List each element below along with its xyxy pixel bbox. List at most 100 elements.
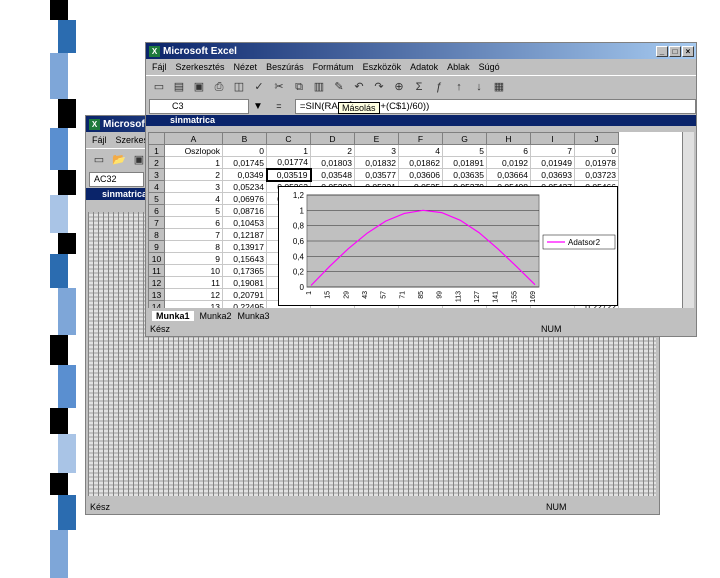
grid-cell[interactable]: 0,17365 [222,264,267,277]
column-header[interactable]: G [442,132,487,145]
print-preview-icon[interactable]: ◫ [230,78,248,96]
grid-cell[interactable]: 0,01978 [574,156,619,169]
grid-cell[interactable]: Oszlopok [164,144,223,157]
grid-cell[interactable]: 1 [164,156,223,169]
grid-cell[interactable]: 3 [354,144,399,157]
grid-cell[interactable]: 0,20791 [222,288,267,301]
tab-munka3[interactable]: Munka3 [238,311,270,321]
column-header[interactable]: A [164,132,223,145]
grid-cell[interactable]: 0,0349 [222,168,267,181]
grid-cell[interactable]: 9 [164,252,223,265]
menu-file[interactable]: Fájl [152,62,167,72]
column-header[interactable]: J [574,132,619,145]
chart-wizard-icon[interactable]: ▦ [490,78,508,96]
column-header[interactable]: E [354,132,399,145]
menu-help[interactable]: Súgó [479,62,500,72]
vertical-scrollbar[interactable] [682,132,694,308]
grid-cell[interactable]: 0,03577 [354,168,399,181]
grid-cell[interactable]: 0,03606 [398,168,443,181]
grid-cell[interactable]: 0,10453 [222,216,267,229]
grid-cell[interactable]: 4 [398,144,443,157]
grid-cell[interactable]: 6 [164,216,223,229]
copy-icon[interactable]: ⧉ [290,78,308,96]
menu-tools[interactable]: Eszközök [363,62,402,72]
save-icon[interactable]: ▣ [190,78,208,96]
grid-cell[interactable]: 0 [222,144,267,157]
grid-cell[interactable]: 11 [164,276,223,289]
row-header[interactable]: 2 [148,156,165,169]
grid-cell[interactable]: 0,01774 [266,156,311,169]
function-icon[interactable]: ƒ [430,78,448,96]
grid-cell[interactable]: 12 [164,288,223,301]
row-header[interactable]: 11 [148,264,165,277]
row-header[interactable]: 3 [148,168,165,181]
row-header[interactable]: 5 [148,192,165,205]
close-button[interactable]: × [682,45,694,57]
paste-icon[interactable]: ▥ [310,78,328,96]
grid-cell[interactable]: 0,03635 [442,168,487,181]
back-menu-file[interactable]: Fájl [92,135,107,145]
menu-data[interactable]: Adatok [410,62,438,72]
grid-cell[interactable]: 0,19081 [222,276,267,289]
grid-cell[interactable]: 6 [486,144,531,157]
grid-cell[interactable]: 3 [164,180,223,193]
spelling-icon[interactable]: ✓ [250,78,268,96]
grid-cell[interactable]: 5 [442,144,487,157]
row-header[interactable]: 13 [148,288,165,301]
grid-cell[interactable]: 0,01891 [442,156,487,169]
grid-cell[interactable]: 0,15643 [222,252,267,265]
row-header[interactable]: 4 [148,180,165,193]
grid-cell[interactable]: 0,22495 [222,300,267,308]
row-header[interactable]: 7 [148,216,165,229]
sine-chart[interactable]: 0 0,2 0,4 0,6 0,8 1 1,2 1 15 29 43 57 71 85 99 113 127 14… [278,186,618,306]
column-header[interactable]: F [398,132,443,145]
grid-cell[interactable]: 7 [164,228,223,241]
cut-icon[interactable]: ✂ [270,78,288,96]
redo-icon[interactable]: ↷ [370,78,388,96]
grid-cell[interactable]: 0,0192 [486,156,531,169]
grid-cell[interactable]: 2 [164,168,223,181]
column-header[interactable]: H [486,132,531,145]
menu-format[interactable]: Formátum [313,62,354,72]
grid-cell[interactable]: 5 [164,204,223,217]
column-header[interactable]: D [310,132,355,145]
grid-cell[interactable]: 0,01949 [530,156,575,169]
hyperlink-icon[interactable]: ⊕ [390,78,408,96]
grid-cell[interactable]: 1 [266,144,311,157]
undo-icon[interactable]: ↶ [350,78,368,96]
grid-cell[interactable]: 0,01745 [222,156,267,169]
row-header[interactable]: 14 [148,300,165,308]
maximize-button[interactable]: □ [669,45,681,57]
menu-window[interactable]: Ablak [447,62,470,72]
new-file-icon[interactable]: ▭ [150,78,168,96]
grid-cell[interactable]: 0,13917 [222,240,267,253]
new-file-icon[interactable]: ▭ [90,151,108,169]
grid-cell[interactable]: 0,03548 [310,168,355,181]
menu-view[interactable]: Nézet [234,62,258,72]
format-painter-icon[interactable]: ✎ [330,78,348,96]
column-header[interactable]: C [266,132,311,145]
print-icon[interactable]: ⎙ [210,78,228,96]
menu-edit[interactable]: Szerkesztés [176,62,225,72]
name-box[interactable]: C3 [149,98,249,114]
dropdown-arrow-icon[interactable]: ▼ [253,101,263,112]
grid-cell[interactable]: 4 [164,192,223,205]
grid-cell[interactable]: 0,12187 [222,228,267,241]
row-header[interactable]: 8 [148,228,165,241]
grid-cell[interactable]: 0,03693 [530,168,575,181]
sort-ascending-icon[interactable]: ↑ [450,78,468,96]
grid-cell[interactable]: 0,06976 [222,192,267,205]
grid-cell[interactable]: 0,01862 [398,156,443,169]
column-header[interactable]: I [530,132,575,145]
grid-cell[interactable]: 0,03519 [265,167,312,182]
tab-munka1[interactable]: Munka1 [152,311,194,321]
grid-cell[interactable]: 0,03664 [486,168,531,181]
open-folder-icon[interactable]: 📂 [110,151,128,169]
open-folder-icon[interactable]: ▤ [170,78,188,96]
grid-cell[interactable]: 0 [574,144,619,157]
back-name-box[interactable]: AC32 [89,171,144,187]
grid-cell[interactable]: 2 [310,144,355,157]
grid-cell[interactable]: 10 [164,264,223,277]
autosum-icon[interactable]: Σ [410,78,428,96]
menu-insert[interactable]: Beszúrás [266,62,304,72]
